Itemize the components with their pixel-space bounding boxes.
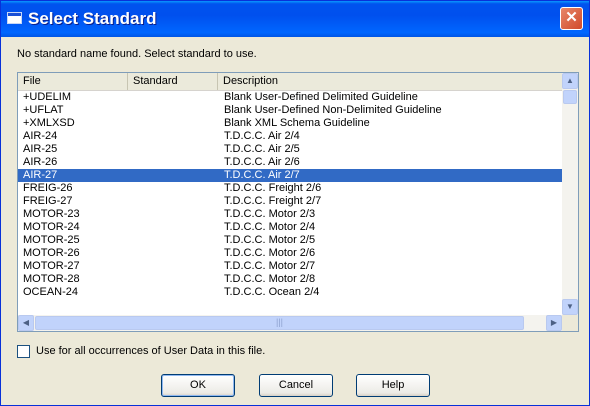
vertical-scrollbar[interactable]: ▲ ▼ (562, 73, 578, 315)
standard-cell (130, 91, 220, 104)
file-cell: AIR-26 (23, 156, 58, 168)
list-item[interactable]: FREIG-26 T.D.C.C. Freight 2/6 (18, 182, 562, 195)
scrollbar-corner (562, 315, 578, 331)
list-item[interactable]: MOTOR-27 T.D.C.C. Motor 2/7 (18, 260, 562, 273)
list-item[interactable]: AIR-27 T.D.C.C. Air 2/7 (18, 169, 562, 182)
list-item[interactable]: +UDELIM Blank User-Defined Delimited Guid… (18, 91, 562, 104)
list-item[interactable]: MOTOR-28 T.D.C.C. Motor 2/8 (18, 273, 562, 286)
list-header: File Standard Description (18, 73, 562, 91)
standard-cell (130, 234, 220, 247)
file-cell: MOTOR-25 (23, 234, 80, 246)
standard-cell (130, 130, 220, 143)
list-item[interactable]: +UFLAT Blank User-Defined Non-Delimited G… (18, 104, 562, 117)
standard-cell (130, 182, 220, 195)
description-cell: Blank XML Schema Guideline (224, 117, 370, 129)
scroll-down-icon[interactable]: ▼ (562, 299, 578, 315)
column-header-standard[interactable]: Standard (128, 73, 218, 90)
file-cell: +UDELIM (23, 91, 71, 103)
scroll-left-icon[interactable]: ◀ (18, 315, 34, 331)
apply-all-label[interactable]: Use for all occurrences of User Data in … (36, 345, 265, 357)
standard-cell (130, 286, 220, 299)
apply-all-checkbox[interactable] (17, 345, 30, 358)
description-cell: T.D.C.C. Freight 2/7 (224, 195, 322, 207)
list-item[interactable]: AIR-26 T.D.C.C. Air 2/6 (18, 156, 562, 169)
file-cell: OCEAN-24 (23, 286, 79, 298)
file-cell: AIR-25 (23, 143, 58, 155)
instruction-message: No standard name found. Select standard … (17, 48, 257, 60)
list-item[interactable]: MOTOR-26 T.D.C.C. Motor 2/6 (18, 247, 562, 260)
window-icon (7, 12, 22, 24)
list-item[interactable]: MOTOR-24 T.D.C.C. Motor 2/4 (18, 221, 562, 234)
column-header-description[interactable]: Description (218, 73, 562, 90)
vertical-scroll-thumb[interactable] (563, 90, 577, 104)
standard-cell (130, 169, 220, 182)
file-cell: MOTOR-23 (23, 208, 80, 220)
close-button[interactable]: ✕ (560, 7, 583, 30)
standard-cell (130, 156, 220, 169)
file-cell: +XMLXSD (23, 117, 75, 129)
description-cell: T.D.C.C. Motor 2/4 (224, 221, 316, 233)
file-cell: MOTOR-27 (23, 260, 80, 272)
list-item[interactable]: AIR-24 T.D.C.C. Air 2/4 (18, 130, 562, 143)
description-cell: T.D.C.C. Air 2/7 (224, 169, 300, 181)
scroll-up-icon[interactable]: ▲ (562, 73, 578, 89)
horizontal-scroll-thumb[interactable]: ||| (35, 316, 524, 330)
list-item[interactable]: OCEAN-24 T.D.C.C. Ocean 2/4 (18, 286, 562, 299)
description-cell: T.D.C.C. Motor 2/6 (224, 247, 316, 259)
help-button[interactable]: Help (356, 374, 430, 397)
standard-cell (130, 247, 220, 260)
horizontal-scrollbar[interactable]: ◀ ||| ▶ (18, 315, 562, 331)
description-cell: T.D.C.C. Motor 2/7 (224, 260, 316, 272)
title-bar[interactable]: Select Standard ✕ (1, 1, 589, 37)
list-item[interactable]: FREIG-27 T.D.C.C. Freight 2/7 (18, 195, 562, 208)
description-cell: Blank User-Defined Non-Delimited Guideli… (224, 104, 442, 116)
standard-cell (130, 260, 220, 273)
file-cell: MOTOR-28 (23, 273, 80, 285)
file-cell: +UFLAT (23, 104, 64, 116)
list-item[interactable]: +XMLXSD Blank XML Schema Guideline (18, 117, 562, 130)
list-rows: +UDELIM Blank User-Defined Delimited Guid… (18, 91, 562, 299)
standard-cell (130, 143, 220, 156)
column-header-file[interactable]: File (18, 73, 128, 90)
description-cell: T.D.C.C. Freight 2/6 (224, 182, 322, 194)
standard-cell (130, 273, 220, 286)
file-cell: AIR-27 (23, 169, 58, 181)
scroll-right-icon[interactable]: ▶ (546, 315, 562, 331)
ok-button[interactable]: OK (161, 374, 235, 397)
description-cell: T.D.C.C. Motor 2/5 (224, 234, 316, 246)
select-standard-dialog: Select Standard ✕ No standard name found… (0, 0, 590, 406)
standard-cell (130, 221, 220, 234)
standard-cell (130, 208, 220, 221)
file-cell: MOTOR-26 (23, 247, 80, 259)
description-cell: T.D.C.C. Air 2/4 (224, 130, 300, 142)
window-title: Select Standard (28, 9, 157, 28)
standards-list[interactable]: File Standard Description +UDELIM Blank U… (17, 72, 579, 332)
description-cell: T.D.C.C. Motor 2/3 (224, 208, 316, 220)
file-cell: AIR-24 (23, 130, 58, 142)
list-item[interactable]: AIR-25 T.D.C.C. Air 2/5 (18, 143, 562, 156)
description-cell: T.D.C.C. Air 2/6 (224, 156, 300, 168)
file-cell: FREIG-27 (23, 195, 73, 207)
file-cell: MOTOR-24 (23, 221, 80, 233)
description-cell: Blank User-Defined Delimited Guideline (224, 91, 418, 103)
file-cell: FREIG-26 (23, 182, 73, 194)
list-item[interactable]: MOTOR-25 T.D.C.C. Motor 2/5 (18, 234, 562, 247)
description-cell: T.D.C.C. Air 2/5 (224, 143, 300, 155)
standard-cell (130, 104, 220, 117)
standard-cell (130, 117, 220, 130)
cancel-button[interactable]: Cancel (259, 374, 333, 397)
description-cell: T.D.C.C. Ocean 2/4 (224, 286, 320, 298)
list-item[interactable]: MOTOR-23 T.D.C.C. Motor 2/3 (18, 208, 562, 221)
description-cell: T.D.C.C. Motor 2/8 (224, 273, 316, 285)
standard-cell (130, 195, 220, 208)
